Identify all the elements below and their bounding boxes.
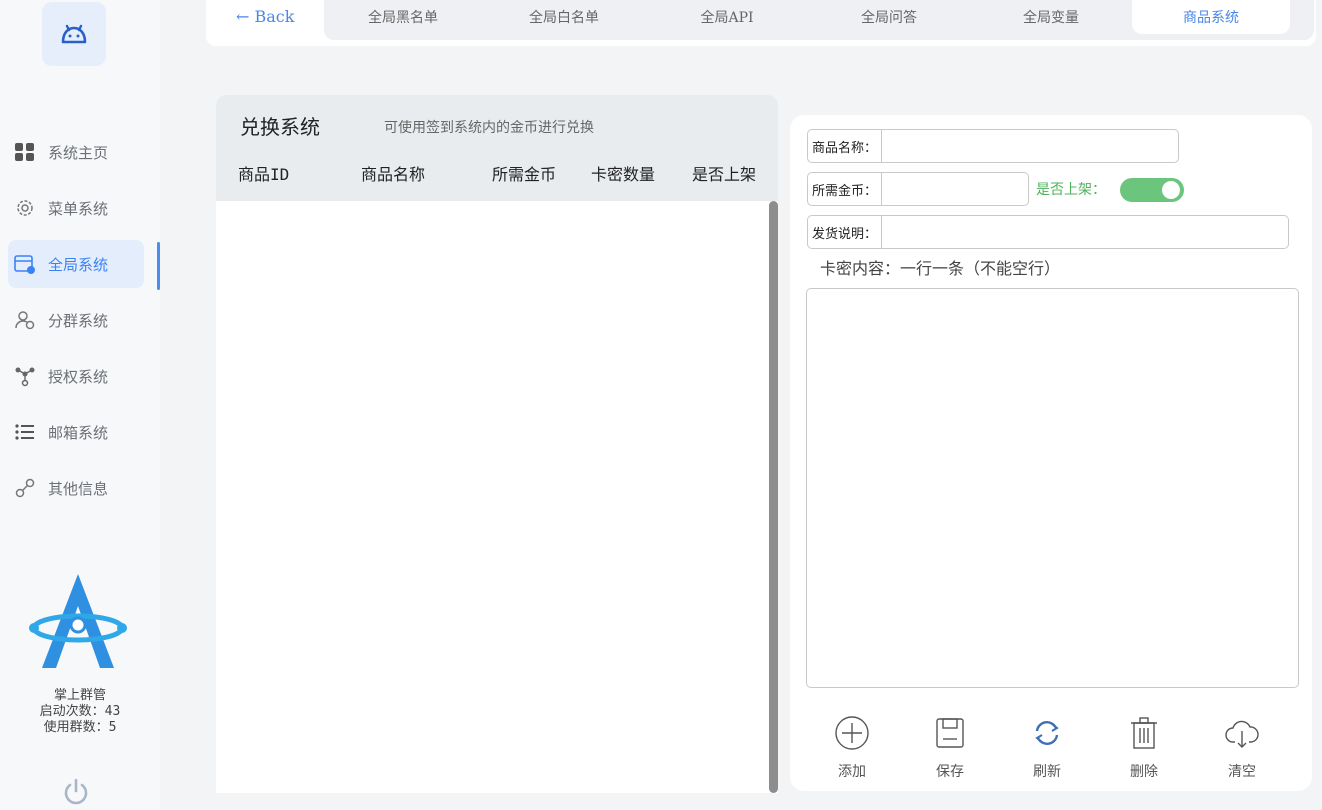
table-scrollbar[interactable] (769, 201, 778, 793)
delivery-desc-input[interactable] (882, 216, 1288, 248)
tab-product-system[interactable]: 商品系统 (1132, 0, 1290, 34)
save-label: 保存 (936, 764, 964, 780)
sidebar-item-auth[interactable]: 授权系统 (8, 352, 160, 400)
cloud-clear-icon (1224, 715, 1260, 751)
product-table-panel: 兑换系统 可使用签到系统内的金币进行兑换 商品ID 商品名称 所需金币 卡密数量… (216, 95, 778, 793)
tab-bar: 全局黑名单 全局白名单 全局API 全局问答 全局变量 商品系统 (324, 0, 1314, 40)
sidebar-item-home[interactable]: 系统主页 (8, 128, 160, 176)
publish-toggle[interactable] (1120, 178, 1184, 202)
sidebar-item-label: 邮箱系统 (48, 423, 109, 442)
app-stats: 掌上群管 启动次数：43 使用群数：5 (0, 688, 160, 736)
brand-name: 掌上群管 (53, 688, 106, 703)
add-circle-icon (834, 715, 870, 751)
column-header-id[interactable]: 商品ID (238, 161, 289, 185)
sidebar-item-label: 全局系统 (48, 255, 109, 274)
product-form-panel: 商品名称： 所需金币： 是否上架： 发货说明： 卡密内容：一行一条（不能空行） … (790, 115, 1312, 791)
delete-button[interactable]: 删除 (1114, 715, 1174, 785)
add-label: 添加 (838, 764, 866, 780)
network-icon (14, 365, 36, 387)
column-header-name[interactable]: 商品名称 (361, 161, 425, 185)
column-header-coins[interactable]: 所需金币 (492, 161, 556, 185)
card-content-label: 卡密内容：一行一条（不能空行） (820, 259, 1061, 278)
grid-icon (14, 141, 36, 163)
refresh-button[interactable]: 刷新 (1017, 715, 1077, 785)
sidebar-item-label: 分群系统 (48, 311, 109, 330)
refresh-label: 刷新 (1033, 764, 1061, 780)
publish-label: 是否上架： (1036, 182, 1106, 198)
tab-global-qa[interactable]: 全局问答 (808, 0, 970, 34)
clear-button[interactable]: 清空 (1212, 715, 1272, 785)
sidebar-item-mail[interactable]: 邮箱系统 (8, 408, 160, 456)
save-icon (932, 715, 968, 751)
delivery-desc-field: 发货说明： (807, 215, 1289, 249)
product-name-input[interactable] (882, 130, 1178, 162)
toggle-knob (1162, 181, 1180, 199)
link-icon (14, 477, 36, 499)
refresh-icon (1029, 715, 1065, 751)
sidebar-item-label: 系统主页 (48, 143, 109, 162)
trash-icon (1126, 715, 1162, 751)
back-button[interactable]: ← Back (236, 4, 294, 28)
brand-logo (26, 570, 130, 676)
sidebar-nav: 系统主页 菜单系统 全局系统 分群系统 授权系统 邮箱系统 其他信息 (8, 128, 160, 520)
top-bar: 全局黑名单 全局白名单 全局API 全局问答 全局变量 商品系统 (206, 0, 1316, 46)
tab-global-whitelist[interactable]: 全局白名单 (482, 0, 646, 34)
sidebar-item-label: 授权系统 (48, 367, 109, 386)
tab-global-variables[interactable]: 全局变量 (970, 0, 1132, 34)
sidebar-item-label: 菜单系统 (48, 199, 109, 218)
list-icon (14, 421, 36, 443)
coins-field: 所需金币： (807, 172, 1071, 206)
table-header: 兑换系统 可使用签到系统内的金币进行兑换 商品ID 商品名称 所需金币 卡密数量… (216, 95, 778, 201)
sidebar: 系统主页 菜单系统 全局系统 分群系统 授权系统 邮箱系统 其他信息 掌上群管 … (0, 0, 160, 810)
save-button[interactable]: 保存 (920, 715, 980, 785)
card-content-textarea[interactable] (806, 288, 1299, 688)
group-count: 使用群数：5 (43, 720, 117, 735)
gear-icon (14, 197, 36, 219)
window-settings-icon (14, 253, 36, 275)
product-name-field: 商品名称： (807, 129, 1179, 163)
power-icon[interactable] (60, 776, 92, 808)
tab-global-api[interactable]: 全局API (646, 0, 808, 34)
tab-global-blacklist[interactable]: 全局黑名单 (324, 0, 482, 34)
add-button[interactable]: 添加 (822, 715, 882, 785)
panel-subtitle: 可使用签到系统内的金币进行兑换 (384, 120, 594, 136)
action-bar: 添加 保存 刷新 删除 清空 (806, 715, 1306, 785)
user-group-icon (14, 309, 36, 331)
panel-title: 兑换系统 (240, 115, 320, 139)
delivery-desc-label: 发货说明： (808, 216, 883, 248)
coins-label: 所需金币： (808, 173, 883, 205)
sidebar-item-label: 其他信息 (48, 479, 109, 498)
sidebar-item-groups[interactable]: 分群系统 (8, 296, 160, 344)
column-header-published[interactable]: 是否上架 (692, 161, 756, 185)
sidebar-item-global[interactable]: 全局系统 (8, 240, 160, 290)
sidebar-item-other[interactable]: 其他信息 (8, 464, 160, 512)
product-name-label: 商品名称： (808, 130, 883, 162)
delete-label: 删除 (1130, 764, 1158, 780)
sidebar-item-menu[interactable]: 菜单系统 (8, 184, 160, 232)
android-logo-icon (42, 2, 106, 66)
clear-label: 清空 (1228, 764, 1256, 780)
launch-count: 启动次数：43 (39, 704, 121, 719)
column-header-card-count[interactable]: 卡密数量 (591, 161, 655, 185)
